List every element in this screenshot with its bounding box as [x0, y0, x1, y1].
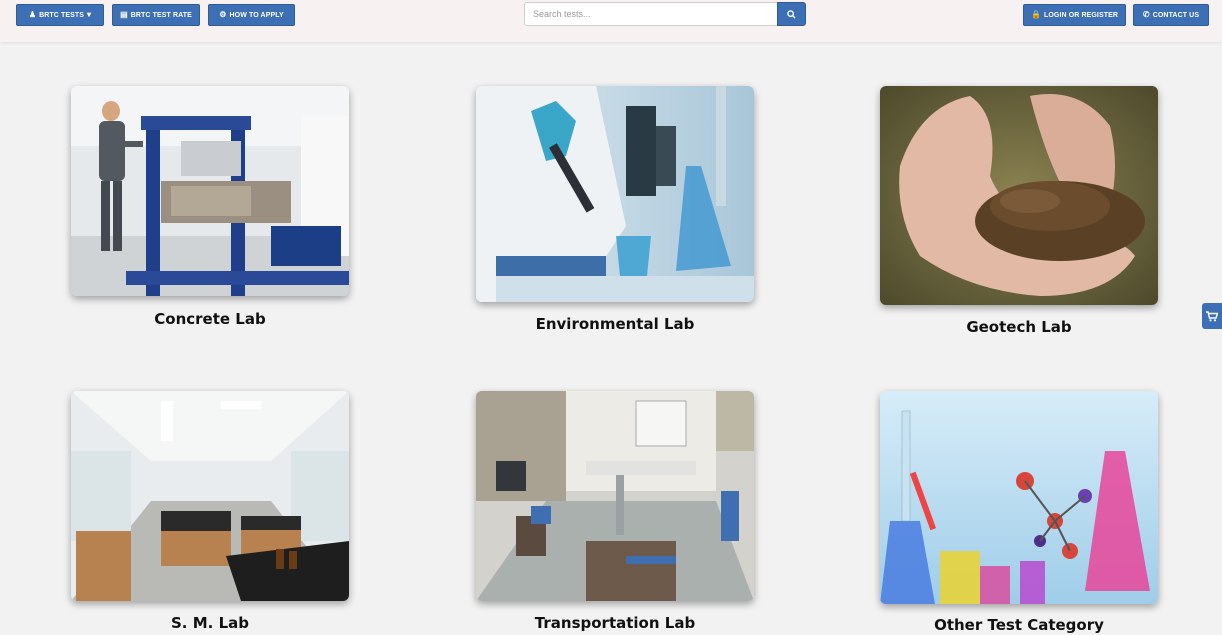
category-card-geotech-lab[interactable]: Geotech Lab	[880, 86, 1158, 336]
category-label[interactable]: Environmental Lab	[476, 315, 754, 333]
category-label[interactable]: Other Test Category	[880, 616, 1158, 634]
brtc-test-rate-button[interactable]: ▤ BRTC TEST RATE	[112, 4, 200, 26]
category-label[interactable]: S. M. Lab	[71, 614, 349, 632]
category-card-environmental-lab[interactable]: Environmental Lab	[476, 86, 754, 333]
contact-us-button[interactable]: ✆ CONTACT US	[1133, 4, 1209, 26]
contact-us-label: CONTACT US	[1152, 11, 1200, 19]
search-icon	[787, 9, 796, 19]
cart-icon	[1206, 310, 1218, 321]
concrete-lab-image[interactable]	[71, 86, 349, 296]
category-label[interactable]: Concrete Lab	[71, 310, 349, 328]
geotech-lab-image[interactable]	[880, 86, 1158, 305]
other-test-category-image[interactable]	[880, 391, 1158, 604]
list-icon: ▤	[120, 10, 128, 19]
category-card-other-test-category[interactable]: Other Test Category	[880, 391, 1158, 634]
category-card-transportation-lab[interactable]: Transportation Lab	[476, 391, 754, 632]
how-to-apply-label: HOW TO APPLY	[229, 11, 284, 19]
brtc-tests-label: BRTC TESTS	[39, 11, 85, 19]
lock-icon: 🔒	[1030, 10, 1041, 19]
sm-lab-image[interactable]	[71, 391, 349, 601]
cart-button[interactable]	[1202, 303, 1222, 329]
gears-icon: ⚙	[219, 10, 227, 19]
search-bar	[524, 2, 806, 26]
category-card-concrete-lab[interactable]: Concrete Lab	[71, 86, 349, 328]
category-card-sm-lab[interactable]: S. M. Lab	[71, 391, 349, 632]
user-icon: ♟	[28, 10, 37, 19]
phone-icon: ✆	[1142, 10, 1150, 19]
brtc-test-rate-label: BRTC TEST RATE	[130, 11, 192, 19]
how-to-apply-button[interactable]: ⚙ HOW TO APPLY	[208, 4, 295, 26]
search-button[interactable]	[777, 2, 806, 26]
login-register-label: LOGIN OR REGISTER	[1044, 11, 1119, 19]
environmental-lab-image[interactable]	[476, 86, 754, 302]
category-label[interactable]: Geotech Lab	[880, 318, 1158, 336]
caret-down-icon: ▾	[87, 10, 92, 19]
search-input[interactable]	[524, 2, 777, 26]
top-navbar: ♟ BRTC TESTS ▾ ▤ BRTC TEST RATE ⚙ HOW TO…	[0, 0, 1222, 42]
transportation-lab-image[interactable]	[476, 391, 754, 601]
category-label[interactable]: Transportation Lab	[476, 614, 754, 632]
brtc-tests-dropdown-button[interactable]: ♟ BRTC TESTS ▾	[16, 4, 104, 26]
login-register-button[interactable]: 🔒 LOGIN OR REGISTER	[1023, 4, 1126, 26]
